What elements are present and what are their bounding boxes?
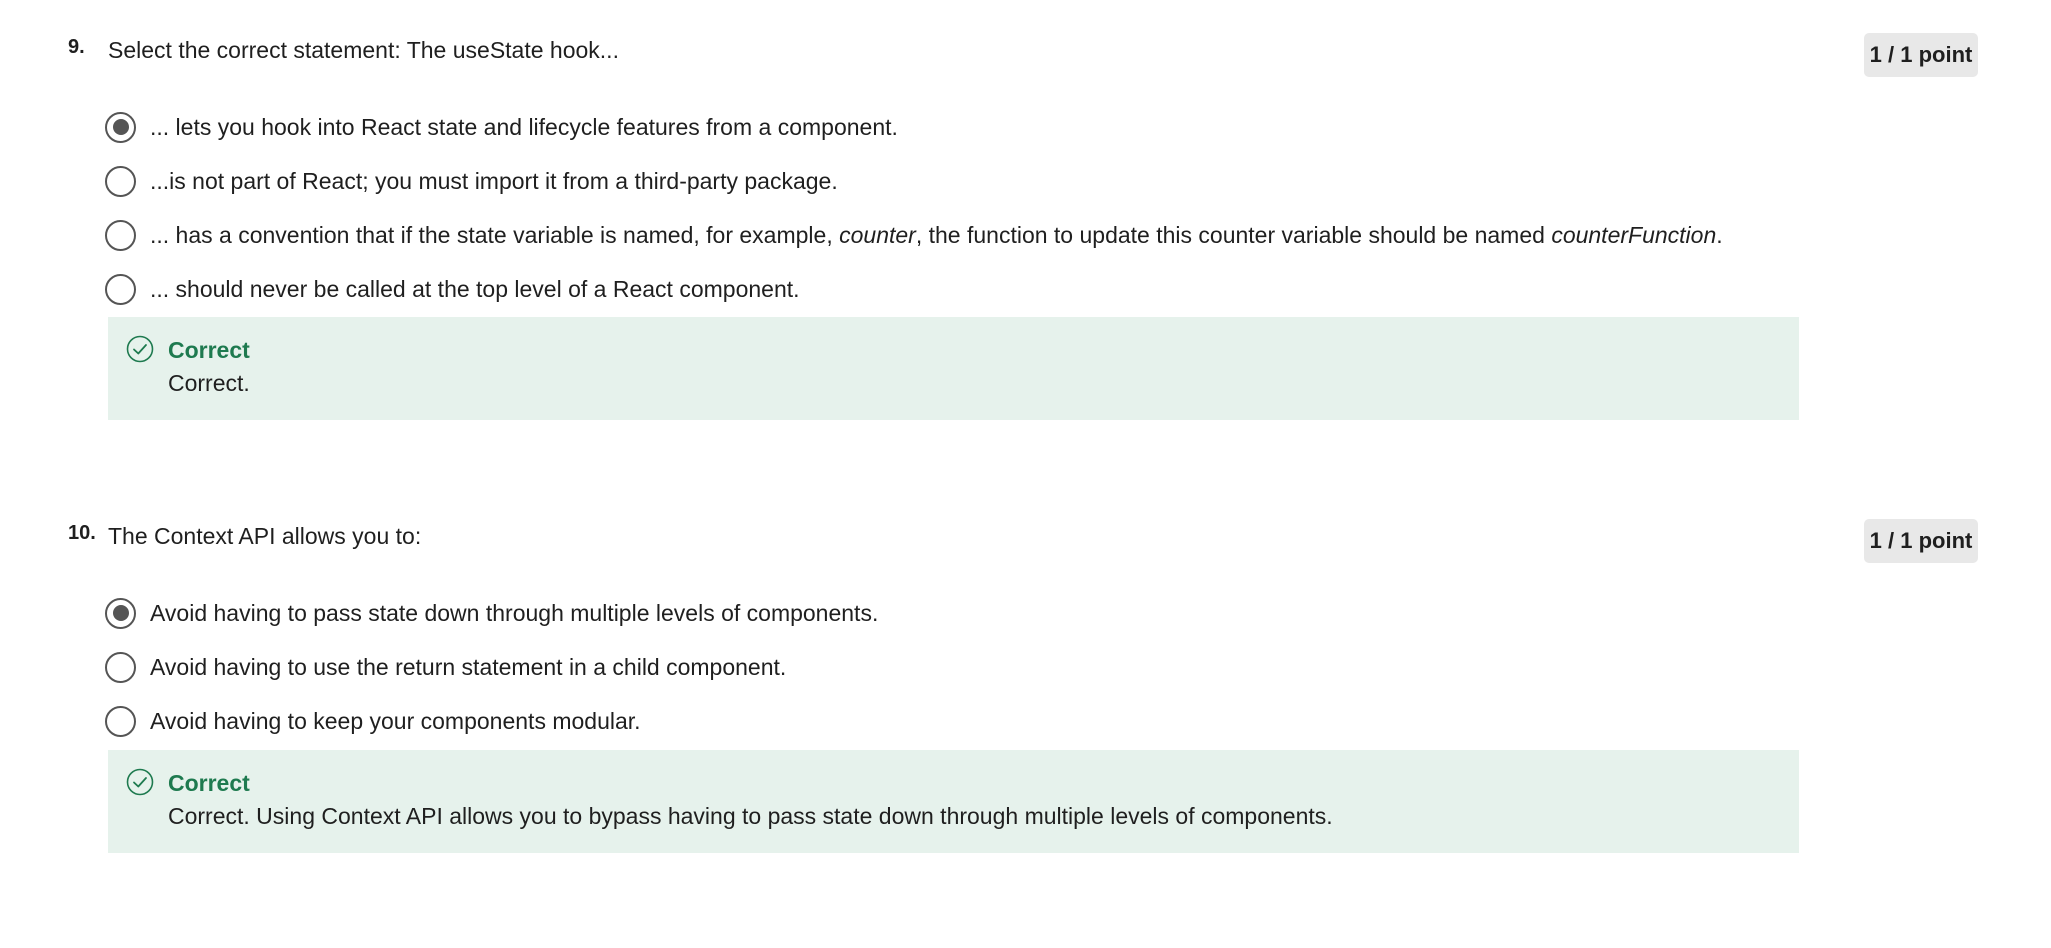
radio-button[interactable] [105, 651, 136, 683]
answer-option[interactable]: ...is not part of React; you must import… [105, 154, 1723, 208]
answer-option[interactable]: Avoid having to pass state down through … [105, 586, 878, 640]
feedback-box: Correct Correct. [108, 317, 1799, 420]
answer-options: ... lets you hook into React state and l… [105, 100, 1723, 316]
answer-option[interactable]: ... has a convention that if the state v… [105, 208, 1723, 262]
feedback-title: Correct [168, 337, 250, 363]
points-badge: 1 / 1 point [1864, 33, 1978, 77]
answer-option[interactable]: ... lets you hook into React state and l… [105, 100, 1723, 154]
radio-button-selected[interactable] [105, 111, 136, 143]
answer-options: Avoid having to pass state down through … [105, 586, 878, 748]
option-text-italic: counter [839, 221, 916, 248]
radio-button-selected[interactable] [105, 597, 136, 629]
check-circle-icon [126, 768, 154, 796]
answer-option-label: ... lets you hook into React state and l… [150, 113, 898, 140]
answer-option[interactable]: Avoid having to keep your components mod… [105, 694, 878, 748]
option-text-part: , the function to update this counter va… [915, 221, 1552, 248]
feedback-text: Correct. [168, 370, 250, 396]
feedback-title: Correct [168, 770, 250, 796]
answer-option-label: Avoid having to keep your components mod… [150, 707, 641, 734]
radio-button[interactable] [105, 273, 136, 305]
points-badge: 1 / 1 point [1864, 519, 1978, 563]
feedback-text: Correct. Using Context API allows you to… [168, 803, 1333, 829]
answer-option-label: Avoid having to pass state down through … [150, 599, 879, 626]
answer-option-label: ... should never be called at the top le… [150, 275, 800, 302]
answer-option-label: Avoid having to use the return statement… [150, 653, 787, 680]
answer-option-label: ... has a convention that if the state v… [150, 222, 1723, 249]
answer-option[interactable]: Avoid having to use the return statement… [105, 640, 878, 694]
answer-option[interactable]: ... should never be called at the top le… [105, 262, 1723, 316]
radio-button[interactable] [105, 219, 136, 251]
option-text-part: ... has a convention that if the state v… [150, 221, 840, 248]
answer-option-label: ...is not part of React; you must import… [150, 167, 838, 194]
question-number: 10. [68, 522, 96, 544]
option-text-part: . [1716, 221, 1723, 248]
option-text-italic: counterFunction [1551, 221, 1717, 248]
radio-button[interactable] [105, 165, 136, 197]
radio-button[interactable] [105, 705, 136, 737]
question-prompt: The Context API allows you to: [108, 523, 422, 549]
question-number: 9. [68, 36, 85, 58]
feedback-box: Correct Correct. Using Context API allow… [108, 750, 1799, 853]
question-prompt: Select the correct statement: The useSta… [108, 37, 619, 63]
check-circle-icon [126, 335, 154, 363]
